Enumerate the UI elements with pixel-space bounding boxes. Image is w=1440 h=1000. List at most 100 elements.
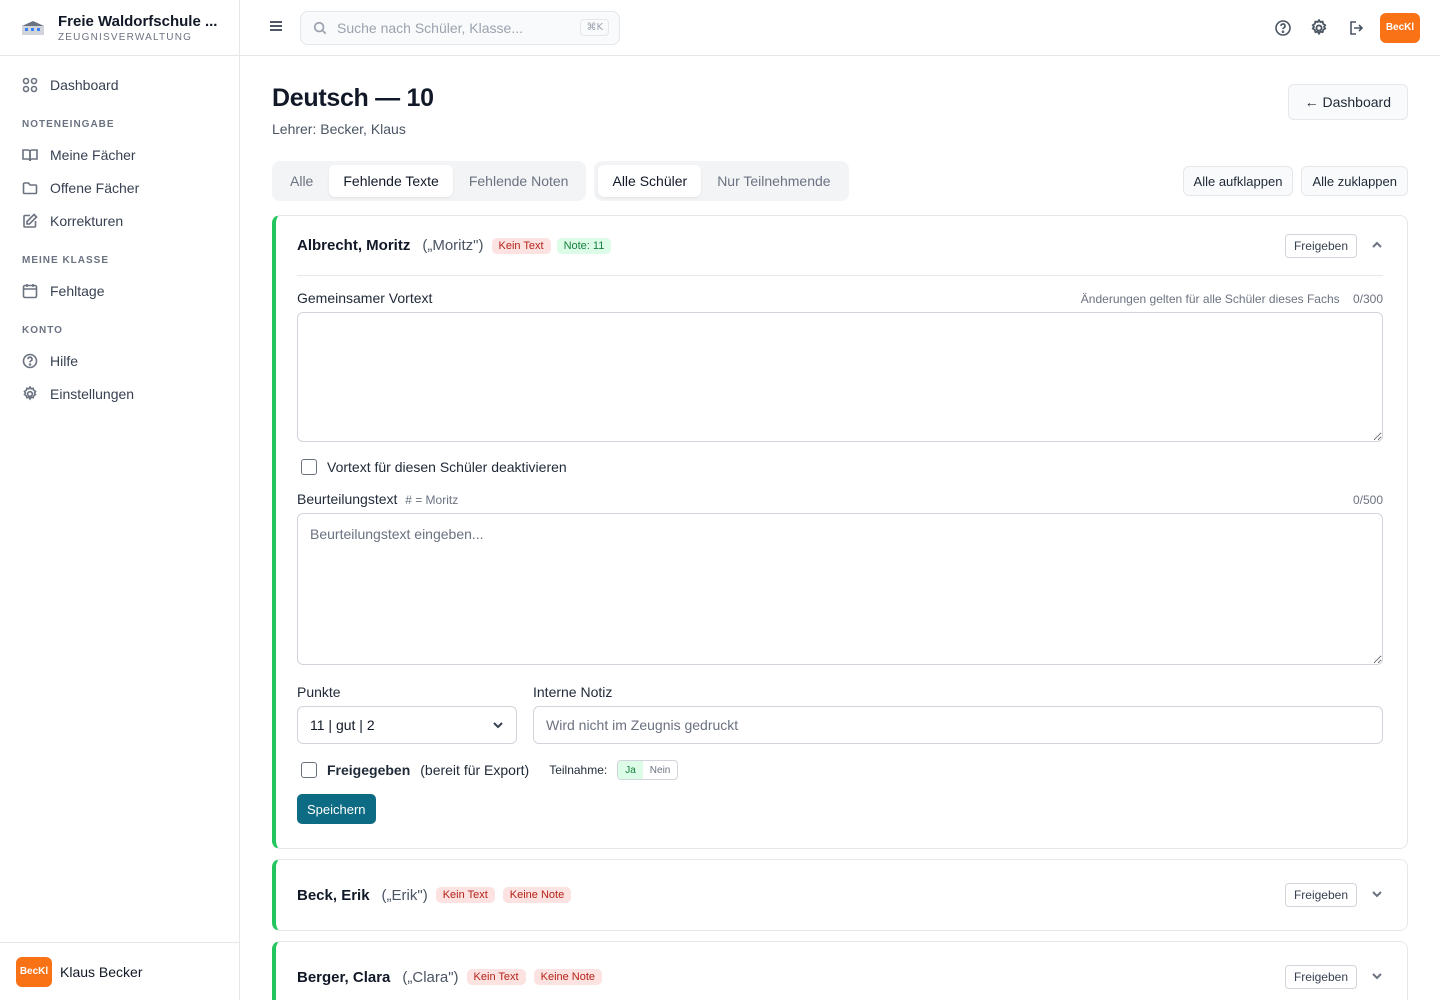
student-card-header[interactable]: Albrecht, Moritz („Moritz") Kein Text No… <box>297 216 1383 276</box>
filter-nur-teilnehmende[interactable]: Nur Teilnehmende <box>703 165 844 197</box>
logout-icon <box>1350 20 1364 35</box>
user-avatar-button[interactable]: BecKl <box>1380 12 1420 43</box>
sidebar-item-korrekturen[interactable]: Korrekturen <box>12 204 227 237</box>
nav-section-noteneingabe: NOTENEINGABE <box>22 119 115 130</box>
help-circle-icon <box>1275 19 1291 36</box>
punkte-select[interactable]: 11 | gut | 2 <box>297 706 517 744</box>
beurteilung-counter: 0/500 <box>1352 493 1383 507</box>
teilnahme-nein[interactable]: Nein <box>643 761 678 779</box>
status-badge: Kein Text <box>466 969 526 985</box>
user-profile[interactable]: BecKl Klaus Becker <box>0 942 239 1000</box>
filter-alle[interactable]: Alle <box>276 165 327 197</box>
filter-alle-schueler[interactable]: Alle Schüler <box>598 165 702 197</box>
collapse-all-button[interactable]: Alle zuklappen <box>1301 166 1408 196</box>
sidebar-item-dashboard[interactable]: Dashboard <box>12 68 227 101</box>
gear-icon <box>1311 18 1327 35</box>
main-content: Deutsch — 10 Lehrer: Becker, Klaus ← Das… <box>240 56 1440 1000</box>
filter-bar: Alle Fehlende Texte Fehlende Noten Alle … <box>272 161 1408 201</box>
settings-button[interactable] <box>1308 17 1330 39</box>
edit-icon <box>23 212 38 228</box>
nav-section-konto: KONTO <box>22 325 63 336</box>
top-actions: BecKl <box>1272 12 1420 43</box>
search-icon <box>313 21 327 34</box>
notiz-input[interactable] <box>533 706 1383 744</box>
sidebar-nav: Dashboard NOTENEINGABE Meine Fächer Offe… <box>0 56 239 422</box>
teilnahme-toggle: Ja Nein <box>617 760 679 780</box>
sidebar-item-label: Korrekturen <box>50 212 124 229</box>
student-card: Berger, Clara („Clara") Kein Text Keine … <box>272 941 1408 1000</box>
user-name: Klaus Becker <box>60 963 143 980</box>
sidebar-item-label: Einstellungen <box>50 385 135 402</box>
student-card-header[interactable]: Beck, Erik („Erik") Kein Text Keine Note… <box>276 860 1407 930</box>
school-name: Freie Waldorfschule ... <box>58 12 218 30</box>
sidebar-item-label: Fehltage <box>50 282 105 299</box>
student-card: Albrecht, Moritz („Moritz") Kein Text No… <box>272 215 1408 849</box>
sidebar-item-label: Offene Fächer <box>50 179 140 196</box>
filter-fehlende-texte[interactable]: Fehlende Texte <box>329 165 453 197</box>
vortext-hint: Änderungen gelten für alle Schüler diese… <box>1080 292 1340 306</box>
collapse-toggle[interactable] <box>1371 238 1383 254</box>
status-badge: Kein Text <box>491 237 551 254</box>
vortext-disable-label: Vortext für diesen Schüler deaktivieren <box>327 459 567 475</box>
back-to-dashboard-button[interactable]: ← Dashboard <box>1287 84 1408 120</box>
shortcut-hint: ⌘K <box>580 19 609 36</box>
notiz-label: Interne Notiz <box>533 684 613 700</box>
sidebar-item-offene-faecher[interactable]: Offene Fächer <box>12 171 227 204</box>
chevron-down-icon <box>1372 973 1382 980</box>
sidebar-item-fehltage[interactable]: Fehltage <box>12 274 227 307</box>
calendar-icon <box>22 283 38 298</box>
gear-icon <box>23 385 37 400</box>
sidebar: Freie Waldorfschule ... ZEUGNISVERWALTUN… <box>0 0 240 1000</box>
freigeben-button[interactable]: Freigeben <box>1284 965 1357 989</box>
freigegeben-checkbox[interactable] <box>301 762 317 778</box>
student-name: Albrecht, Moritz <box>297 237 411 254</box>
vortext-textarea[interactable] <box>297 312 1383 442</box>
freigeben-button[interactable]: Freigeben <box>1284 883 1357 907</box>
chevron-down-icon <box>1372 891 1382 898</box>
expand-all-button[interactable]: Alle aufklappen <box>1182 166 1294 196</box>
brand[interactable]: Freie Waldorfschule ... ZEUGNISVERWALTUN… <box>0 0 239 56</box>
status-badge: Note: 11 <box>556 237 612 254</box>
teacher-subtitle: Lehrer: Becker, Klaus <box>272 121 406 137</box>
freigeben-button[interactable]: Freigeben <box>1284 233 1357 258</box>
hamburger-icon <box>270 21 282 31</box>
status-badge: Keine Note <box>502 887 572 903</box>
vortext-label: Gemeinsamer Vortext <box>297 290 433 306</box>
expand-toggle[interactable] <box>1371 969 1383 985</box>
status-badge: Keine Note <box>533 969 603 985</box>
chevron-down-icon <box>493 722 503 729</box>
student-name: Beck, Erik <box>297 886 370 904</box>
sidebar-item-einstellungen[interactable]: Einstellungen <box>12 377 227 410</box>
sidebar-item-label: Meine Fächer <box>50 146 136 163</box>
beurteilung-label: Beurteilungstext <box>297 491 398 507</box>
search-box[interactable]: ⌘K <box>300 10 620 45</box>
beurteilung-textarea[interactable] <box>297 513 1383 665</box>
page-title: Deutsch — 10 <box>272 84 434 112</box>
sidebar-item-meine-faecher[interactable]: Meine Fächer <box>12 138 227 171</box>
avatar: BecKl <box>16 956 52 987</box>
expand-toggle[interactable] <box>1371 887 1383 903</box>
help-button[interactable] <box>1272 17 1294 39</box>
chevron-up-icon <box>1372 241 1382 248</box>
vortext-counter: 0/300 <box>1352 292 1383 306</box>
student-name: Berger, Clara <box>297 968 391 986</box>
student-filter-segment: Alle Schüler Nur Teilnehmende <box>594 161 849 201</box>
sidebar-item-label: Dashboard <box>50 76 119 93</box>
punkte-label: Punkte <box>297 684 341 700</box>
logout-button[interactable] <box>1344 17 1366 39</box>
filter-fehlende-noten[interactable]: Fehlende Noten <box>455 165 583 197</box>
search-input[interactable] <box>337 19 571 36</box>
menu-toggle-button[interactable] <box>268 18 284 37</box>
student-nickname: („Clara") <box>402 968 459 986</box>
placeholder-hint: # = Moritz <box>405 493 459 507</box>
sidebar-item-label: Hilfe <box>50 352 79 369</box>
punkte-value: 11 | gut | 2 <box>310 717 375 733</box>
student-nickname: („Moritz") <box>422 237 484 254</box>
text-filter-segment: Alle Fehlende Texte Fehlende Noten <box>272 161 587 201</box>
student-card-header[interactable]: Berger, Clara („Clara") Kein Text Keine … <box>276 942 1407 1000</box>
teilnahme-ja[interactable]: Ja <box>618 761 643 779</box>
save-button[interactable]: Speichern <box>297 794 376 824</box>
help-circle-icon <box>22 353 38 368</box>
sidebar-item-hilfe[interactable]: Hilfe <box>12 344 227 377</box>
vortext-disable-checkbox[interactable] <box>301 459 317 475</box>
